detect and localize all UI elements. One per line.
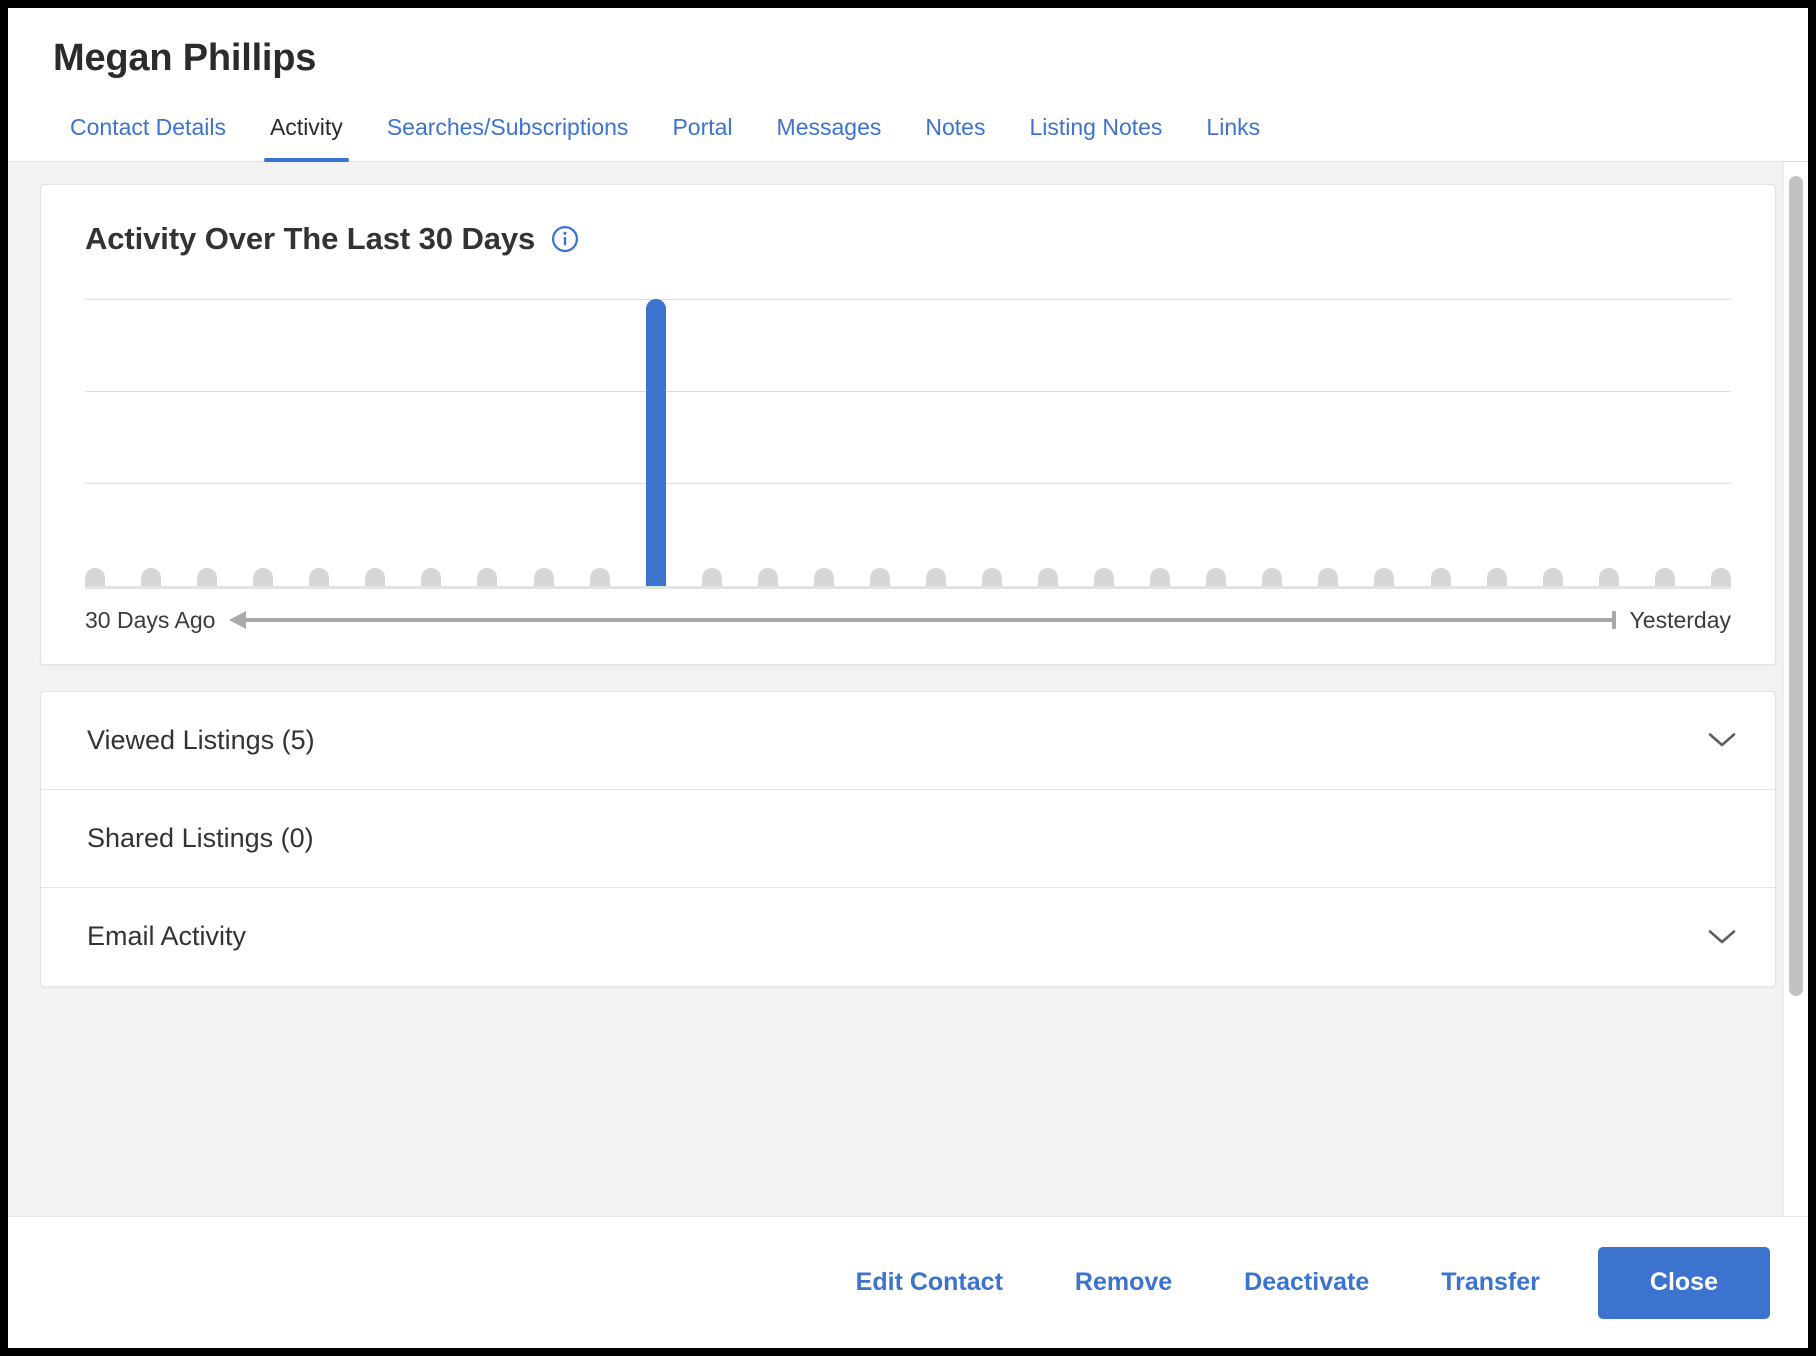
edit-contact-button[interactable]: Edit Contact [820,1268,1039,1297]
chart-bar[interactable] [813,567,834,586]
tab-messages[interactable]: Messages [755,115,904,161]
modal-body: Activity Over The Last 30 Days 30 Days A… [8,161,1808,1216]
chart-bar[interactable] [197,567,218,586]
chart-bar[interactable] [253,567,274,586]
chart-title: Activity Over The Last 30 Days [85,220,536,256]
activity-sections-card: Viewed Listings (5) Shared Listings (0) … [40,690,1776,987]
chart-bar[interactable] [757,567,778,586]
page-title: Megan Phillips [53,37,317,79]
chart-bar[interactable] [1710,567,1731,586]
chart-bar[interactable] [365,567,386,586]
chart-bar[interactable] [421,567,442,586]
deactivate-button[interactable]: Deactivate [1208,1268,1405,1297]
transfer-button[interactable]: Transfer [1405,1268,1576,1297]
tab-searches-subscriptions[interactable]: Searches/Subscriptions [365,115,651,161]
tab-bar: Contact Details Activity Searches/Subscr… [8,79,1808,162]
chart-bar[interactable] [645,298,666,586]
tab-links[interactable]: Links [1184,115,1282,161]
body-content: Activity Over The Last 30 Days 30 Days A… [8,162,1808,987]
chart-bar[interactable] [309,567,330,586]
chart-bar[interactable] [1430,567,1451,586]
chart-bar[interactable] [701,567,722,586]
axis-arrow-icon [229,609,1616,631]
remove-button[interactable]: Remove [1039,1268,1208,1297]
close-button[interactable]: Close [1597,1246,1770,1319]
chart-bar[interactable] [85,567,105,586]
tab-notes[interactable]: Notes [903,115,1007,161]
chart-bar[interactable] [1206,567,1227,586]
app-root: Megan Phillips Contact Details Activity … [0,0,1816,1356]
accordion-label: Shared Listings (0) [87,822,314,853]
contact-detail-modal: Megan Phillips Contact Details Activity … [8,8,1808,1348]
chart-bar[interactable] [141,567,162,586]
tab-listing-notes[interactable]: Listing Notes [1007,115,1184,161]
accordion-label: Viewed Listings (5) [87,724,315,755]
accordion-label: Email Activity [87,921,247,952]
chart-bar[interactable] [1262,567,1283,586]
accordion-row-email-activity[interactable]: Email Activity [41,888,1775,986]
chevron-down-icon[interactable] [1707,731,1737,749]
chart-axis-row: 30 Days Ago Yesterday [85,607,1731,634]
chart-bar[interactable] [869,567,890,586]
chart-plot-area [85,298,1731,589]
chart-bar[interactable] [477,567,498,586]
modal-header: Megan Phillips Contact Details Activity … [8,8,1808,162]
chart-bar[interactable] [982,567,1002,586]
chart-bar[interactable] [1318,567,1339,586]
chart-bar[interactable] [1150,567,1171,586]
chevron-placeholder [1707,829,1737,847]
chart-bar[interactable] [1038,567,1059,586]
accordion-row-shared-listings[interactable]: Shared Listings (0) [41,790,1775,888]
axis-end-label: Yesterday [1629,606,1731,633]
chart-bar[interactable] [1598,567,1619,586]
chart-bar[interactable] [1374,567,1395,586]
modal-footer: Edit Contact Remove Deactivate Transfer … [8,1216,1808,1348]
body-scrollbar-track[interactable] [1783,161,1808,1216]
chart-header: Activity Over The Last 30 Days [85,221,1731,257]
chart-baseline [85,585,1731,589]
activity-chart: 30 Days Ago Yesterday [85,298,1731,634]
info-circle-icon[interactable] [551,225,579,253]
tab-portal[interactable]: Portal [650,115,754,161]
chart-bar[interactable] [1542,567,1563,586]
axis-start-label: 30 Days Ago [85,606,216,633]
tab-contact-details[interactable]: Contact Details [48,115,248,161]
chart-bar[interactable] [1486,567,1507,586]
chart-bar[interactable] [925,567,946,586]
accordion-row-viewed-listings[interactable]: Viewed Listings (5) [41,692,1775,790]
chart-bar[interactable] [1094,567,1115,586]
chevron-down-icon[interactable] [1707,928,1737,946]
chart-bar[interactable] [589,567,610,586]
chart-bar[interactable] [533,567,554,586]
chart-bars [85,298,1731,586]
activity-chart-card: Activity Over The Last 30 Days 30 Days A… [40,183,1776,665]
tab-activity[interactable]: Activity [248,115,365,162]
body-scrollbar-thumb[interactable] [1789,175,1803,996]
chart-bar[interactable] [1654,567,1675,586]
